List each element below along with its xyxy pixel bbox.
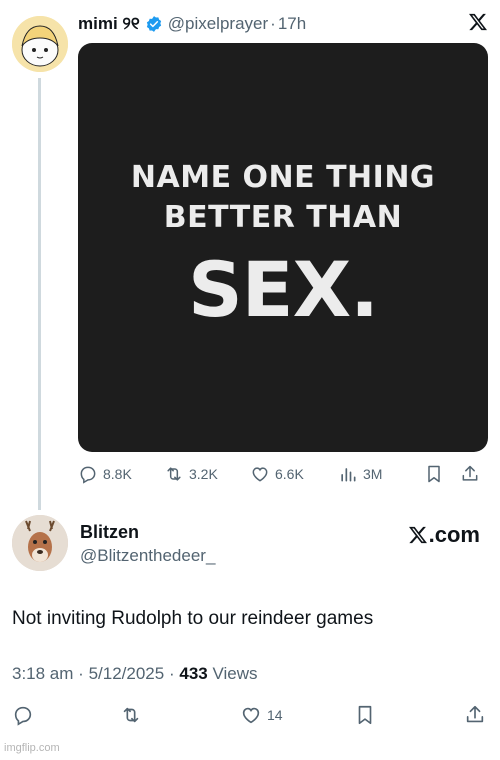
image-text-line2: BETTER THAN xyxy=(163,199,403,235)
reply-header: Blitzen @Blitzenthedeer_ xyxy=(80,521,215,569)
thread-line xyxy=(38,78,41,510)
author-handle[interactable]: @pixelprayer xyxy=(168,14,268,34)
reply-avatar[interactable] xyxy=(12,515,68,571)
avatar[interactable] xyxy=(12,16,68,72)
reply-button[interactable]: 8.8K xyxy=(78,464,132,484)
post-time[interactable]: 17h xyxy=(278,14,306,34)
like-button[interactable]: 14 xyxy=(240,704,283,726)
verified-badge-icon xyxy=(146,16,161,32)
views-button[interactable]: 3M xyxy=(338,464,382,484)
separator: · xyxy=(168,664,175,683)
reply-date[interactable]: 5/12/2025 xyxy=(89,664,165,683)
like-icon xyxy=(252,467,268,482)
views-icon xyxy=(341,468,356,482)
reply-icon xyxy=(80,466,96,484)
x-logo-icon xyxy=(469,13,487,31)
separator: · xyxy=(270,14,276,33)
post-image[interactable]: NAME ONE THING BETTER THAN SEX. xyxy=(78,43,488,452)
reply-views-label: Views xyxy=(212,664,258,683)
bookmark-button[interactable] xyxy=(354,704,376,726)
like-icon xyxy=(242,707,260,724)
author-name[interactable]: mimi ୨୧ xyxy=(78,14,140,34)
like-button[interactable]: 6.6K xyxy=(250,464,304,484)
bookmark-button[interactable] xyxy=(424,464,444,484)
post-header: mimi ୨୧ @pixelprayer · 17h xyxy=(78,12,306,36)
post-actions: 8.8K 3.2K 6.6K 3M xyxy=(78,462,488,486)
reply-meta: 3:18 am · 5/12/2025 · 433 Views xyxy=(12,664,258,684)
reply-icon xyxy=(14,706,32,726)
share-button[interactable] xyxy=(464,704,486,726)
repost-icon xyxy=(123,707,139,723)
watermark: imgflip.com xyxy=(4,742,60,754)
share-icon xyxy=(466,705,484,723)
x-logo-icon xyxy=(408,526,427,544)
repost-count: 3.2K xyxy=(189,466,218,482)
repost-button[interactable] xyxy=(120,704,142,726)
x-com-brand: .com xyxy=(408,522,480,548)
image-text-line3: SEX. xyxy=(187,244,379,334)
like-count: 6.6K xyxy=(275,466,304,482)
brand-suffix: .com xyxy=(428,522,480,547)
like-count: 14 xyxy=(267,707,283,723)
separator: · xyxy=(78,664,84,683)
reply-views-count: 433 xyxy=(179,664,208,683)
views-count: 3M xyxy=(363,466,383,482)
bookmark-icon xyxy=(428,465,440,483)
share-icon xyxy=(462,465,478,481)
reply-button[interactable] xyxy=(12,704,34,726)
reply-author-name[interactable]: Blitzen xyxy=(80,521,215,543)
repost-button[interactable]: 3.2K xyxy=(164,464,218,484)
reply-count: 8.8K xyxy=(103,466,132,482)
bookmark-icon xyxy=(358,705,372,725)
reply-author-handle[interactable]: @Blitzenthedeer_ xyxy=(80,543,215,569)
reply-text: Not inviting Rudolph to our reindeer gam… xyxy=(12,608,374,629)
repost-icon xyxy=(167,467,181,481)
image-text-line1: NAME ONE THING xyxy=(130,159,436,195)
share-button[interactable] xyxy=(460,464,480,484)
reply-actions: 14 xyxy=(0,704,500,734)
reply-time[interactable]: 3:18 am xyxy=(12,664,73,683)
